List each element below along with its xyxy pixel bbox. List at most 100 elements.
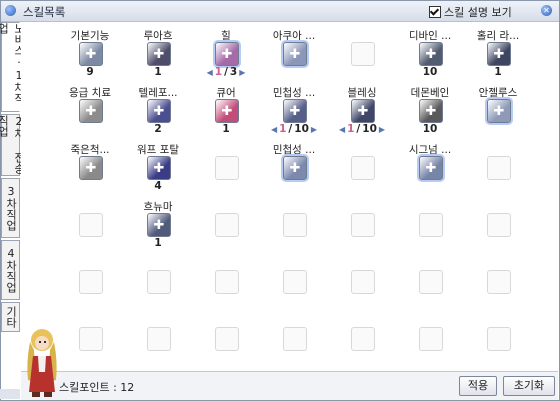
skill-cell[interactable]: 텔레포... ✚ 2 (126, 77, 190, 137)
decrease-arrow-icon[interactable]: ◀ (271, 125, 277, 134)
empty-skill-slot (398, 191, 462, 251)
first-aid-icon[interactable]: ✚ (79, 99, 103, 123)
skill-name: 기본기능 (70, 30, 110, 42)
empty-skill-slot (194, 191, 258, 251)
window-menu-icon[interactable] (5, 5, 16, 16)
decrease-arrow-icon[interactable]: ◀ (339, 125, 345, 134)
skill-name: 민첩성 ... (272, 144, 316, 156)
empty-skill-slot (262, 191, 326, 251)
signum-crucis-icon[interactable]: ✚ (419, 156, 443, 180)
basic-skill-icon[interactable]: ✚ (79, 42, 103, 66)
skill-name: 워프 포탈 (137, 144, 179, 156)
heal-icon[interactable]: ✚ (215, 42, 239, 66)
holy-light-icon[interactable]: ✚ (487, 42, 511, 66)
skill-name: 데몬베인 (410, 87, 450, 99)
empty-slot-icon (487, 270, 511, 294)
skill-desc-toggle[interactable]: 스킬 설명 보기 (429, 4, 512, 20)
warp-portal-icon[interactable]: ✚ (147, 156, 171, 180)
skill-cell[interactable]: 힐 ✚ ◀ 1/3 ▶ (194, 20, 258, 80)
skill-cell[interactable]: 큐어 ✚ 1 (194, 77, 258, 137)
tab-4[interactable]: 4차직업 (1, 240, 20, 300)
skill-cell[interactable]: 기본기능 ✚ 9 (58, 20, 122, 80)
empty-skill-slot (466, 248, 530, 308)
reset-button[interactable]: 초기화 (503, 376, 555, 396)
skill-name: 큐어 (216, 87, 236, 99)
empty-skill-slot (466, 134, 530, 194)
empty-skill-slot (126, 248, 190, 308)
skill-grid: 기본기능 ✚ 9 루아흐 ✚ 1 힐 ✚ ◀ 1/3 ▶ 아쿠아 ... ✚ 디바인 ... ✚ 10 홀리 라… (21, 22, 558, 367)
close-icon[interactable]: ✕ (541, 5, 552, 16)
empty-skill-slot (58, 248, 122, 308)
increase-arrow-icon[interactable]: ▶ (379, 125, 385, 134)
skill-cell[interactable]: 블레싱 ✚ ◀ 1/10 ▶ (330, 77, 394, 137)
empty-slot-icon (283, 213, 307, 237)
teleport-icon[interactable]: ✚ (147, 99, 171, 123)
empty-skill-slot (330, 248, 394, 308)
empty-skill-slot (330, 20, 394, 80)
skill-name: 응급 치료 (69, 87, 111, 99)
decrease-arrow-icon[interactable]: ◀ (207, 68, 213, 77)
skill-name: 디바인 ... (408, 30, 452, 42)
skill-cell[interactable]: 죽은척... ✚ (58, 134, 122, 194)
empty-slot-icon (283, 327, 307, 351)
skill-desc-label: 스킬 설명 보기 (444, 6, 512, 19)
skill-cell[interactable]: 홀리 라... ✚ 1 (466, 20, 530, 80)
divine-protection-icon[interactable]: ✚ (419, 42, 443, 66)
play-dead-icon[interactable]: ✚ (79, 156, 103, 180)
skill-cell[interactable]: 루아흐 ✚ 1 (126, 20, 190, 80)
pneuma-icon[interactable]: ✚ (147, 213, 171, 237)
empty-slot-icon (487, 156, 511, 180)
checkbox-icon[interactable] (429, 6, 441, 18)
empty-slot-icon (215, 156, 239, 180)
skill-name: 루아흐 (143, 30, 173, 42)
empty-skill-slot (126, 305, 190, 365)
tab-1[interactable]: 노비스·1차직업 (0, 22, 26, 112)
skill-cell[interactable]: 안젤루스 ✚ (466, 77, 530, 137)
window-title: 스킬목록 (23, 5, 66, 19)
skill-cell[interactable]: 시그넘 ... ✚ (398, 134, 462, 194)
tab-5[interactable]: 기타 (1, 302, 20, 332)
apply-button[interactable]: 적용 (459, 376, 497, 396)
empty-slot-icon (351, 213, 375, 237)
ruach-icon[interactable]: ✚ (147, 42, 171, 66)
skill-cell[interactable]: 민첩성 ... ✚ (262, 134, 326, 194)
empty-skill-slot (262, 305, 326, 365)
skill-window: 스킬목록 스킬 설명 보기 ✕ 노비스·1차직업 2차 전승직업 3차직업 4차직업 기… (0, 0, 560, 401)
decrease-agi-icon[interactable]: ✚ (283, 156, 307, 180)
empty-slot-icon (419, 213, 443, 237)
title-bar[interactable]: 스킬목록 스킬 설명 보기 ✕ (1, 1, 559, 22)
cure-icon[interactable]: ✚ (215, 99, 239, 123)
empty-skill-slot (466, 305, 530, 365)
increase-arrow-icon[interactable]: ▶ (311, 125, 317, 134)
empty-slot-icon (487, 327, 511, 351)
angelus-icon[interactable]: ✚ (487, 99, 511, 123)
empty-slot-icon (351, 270, 375, 294)
increase-agi-icon[interactable]: ✚ (283, 99, 307, 123)
tab-2[interactable]: 2차 전승직업 (0, 114, 26, 176)
skill-cell[interactable]: 응급 치료 ✚ (58, 77, 122, 137)
skill-cell[interactable]: 데몬베인 ✚ 10 (398, 77, 462, 137)
blessing-icon[interactable]: ✚ (351, 99, 375, 123)
demon-bane-icon[interactable]: ✚ (419, 99, 443, 123)
increase-arrow-icon[interactable]: ▶ (239, 68, 245, 77)
empty-skill-slot (466, 191, 530, 251)
skill-name: 텔레포... (138, 87, 178, 99)
empty-slot-icon (79, 270, 103, 294)
skill-name: 힐 (221, 30, 231, 42)
skill-cell[interactable]: 디바인 ... ✚ 10 (398, 20, 462, 80)
empty-slot-icon (351, 156, 375, 180)
skill-name: 블레싱 (347, 87, 377, 99)
skill-cell[interactable]: 아쿠아 ... ✚ (262, 20, 326, 80)
tab-3[interactable]: 3차직업 (1, 178, 20, 238)
empty-skill-slot (398, 305, 462, 365)
empty-slot-icon (487, 213, 511, 237)
skill-cell[interactable]: 민첩성 ... ✚ ◀ 1/10 ▶ (262, 77, 326, 137)
skill-cell[interactable]: 워프 포탈 ✚ 4 (126, 134, 190, 194)
aqua-benedicta-icon[interactable]: ✚ (283, 42, 307, 66)
skill-name: 흐뉴마 (143, 201, 173, 213)
empty-slot-icon (283, 270, 307, 294)
skill-cell[interactable]: 흐뉴마 ✚ 1 (126, 191, 190, 251)
empty-slot-icon (147, 270, 171, 294)
empty-skill-slot (330, 134, 394, 194)
skill-name: 아쿠아 ... (272, 30, 316, 42)
